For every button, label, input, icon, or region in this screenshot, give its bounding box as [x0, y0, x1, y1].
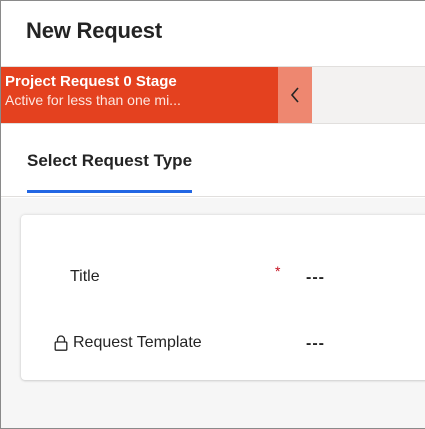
active-stage-flyout[interactable]: Project Request 0 Stage Active for less … [1, 67, 278, 123]
form-header: New Request [1, 1, 425, 65]
field-label-title: Title [70, 268, 100, 285]
tab-strip: Select Request Type [1, 125, 425, 197]
chevron-left-icon [290, 87, 299, 103]
page-title: New Request [26, 18, 162, 43]
stage-duration: Active for less than one mi... [5, 92, 181, 108]
lock-icon [54, 335, 68, 351]
field-label-request-template: Request Template [54, 334, 202, 352]
request-template-value: --- [306, 335, 325, 352]
request-template-label-text: Request Template [73, 334, 202, 351]
form-body: Title * --- Request Template --- [1, 198, 425, 428]
field-title: Title * --- [21, 260, 425, 300]
required-indicator: * [275, 263, 281, 279]
form-section: Title * --- Request Template --- [21, 215, 425, 380]
collapse-stage-button[interactable] [278, 67, 312, 123]
field-request-template: Request Template --- [21, 326, 425, 366]
title-input[interactable]: --- [306, 269, 325, 287]
tab-select-request-type[interactable]: Select Request Type [27, 151, 193, 193]
stage-name: Project Request 0 Stage [5, 73, 177, 90]
form-window: New Request Project Request 0 Stage Acti… [0, 0, 425, 429]
business-process-bar: Project Request 0 Stage Active for less … [1, 66, 425, 124]
